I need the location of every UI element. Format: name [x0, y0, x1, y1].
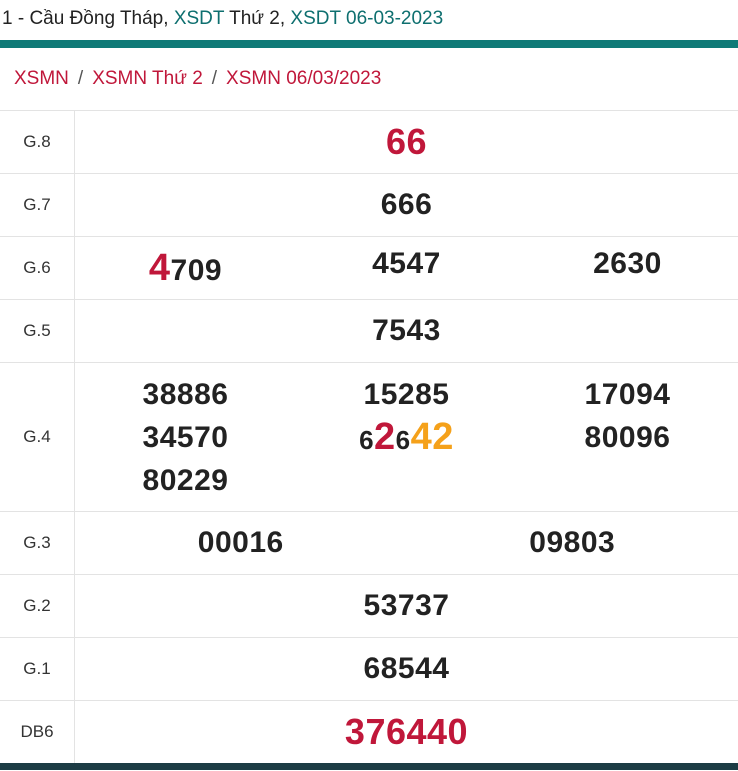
- prize-g4-value: 34570: [142, 420, 229, 454]
- row-db: DB6 376440: [0, 700, 738, 763]
- prize-label: G.1: [0, 637, 75, 701]
- prize-g6-value-1: 709: [170, 253, 223, 287]
- xsdt-link[interactable]: XSDT: [174, 8, 224, 29]
- prize-label: G.6: [0, 236, 75, 300]
- prize-label: G.7: [0, 173, 75, 237]
- prize-g4-value-highlighted: 62642: [359, 415, 454, 458]
- prize-g6-value-3: 2630: [593, 246, 662, 280]
- xsdt-date-link[interactable]: XSDT 06-03-2023: [290, 8, 443, 29]
- prize-g6-value-2: 4547: [372, 246, 441, 280]
- prize-label: G.8: [0, 110, 75, 174]
- row-g7: G.7 666: [0, 173, 738, 237]
- prize-g4-value: 15285: [363, 377, 450, 411]
- prize-g4-value: 17094: [584, 377, 671, 411]
- prize-label: G.4: [0, 362, 75, 512]
- footer-bar: [0, 763, 738, 770]
- prize-g4-value: 80096: [584, 420, 671, 454]
- title-middle: Thứ 2,: [224, 8, 291, 29]
- breadcrumb-xsmn-thu2[interactable]: XSMN Thứ 2: [92, 68, 203, 89]
- prize-g2-value: 53737: [363, 589, 450, 622]
- breadcrumb-separator: /: [77, 68, 84, 89]
- prize-g8-value: 66: [385, 121, 428, 162]
- prize-label: G.5: [0, 299, 75, 363]
- prize-g1-value: 68544: [363, 652, 450, 685]
- row-g5: G.5 7543: [0, 299, 738, 363]
- prize-g7-value: 666: [380, 188, 433, 221]
- prize-g4-value: 38886: [142, 377, 229, 411]
- title-prefix: 1 - Cầu Đồng Tháp,: [2, 8, 174, 29]
- row-g1: G.1 68544: [0, 637, 738, 701]
- row-g4: G.4 38886 34570 80229 15285 62642 17094 …: [0, 362, 738, 512]
- breadcrumb-separator: /: [211, 68, 218, 89]
- prize-g6-highlight: 4: [148, 246, 171, 289]
- prize-g3-value-2: 09803: [529, 526, 616, 559]
- page-title: 1 - Cầu Đồng Tháp, XSDT Thứ 2, XSDT 06-0…: [0, 0, 738, 40]
- prize-label: G.2: [0, 574, 75, 638]
- row-g8: G.8 66: [0, 110, 738, 174]
- prize-g3-value-1: 00016: [197, 526, 284, 559]
- breadcrumb-xsmn[interactable]: XSMN: [14, 68, 69, 89]
- prize-label: DB6: [0, 700, 75, 763]
- results-table: G.8 66 G.7 666 G.6 4709 4547 2630 G.5 75…: [0, 110, 738, 763]
- breadcrumb-xsmn-date[interactable]: XSMN 06/03/2023: [226, 68, 381, 89]
- breadcrumb: XSMN / XSMN Thứ 2 / XSMN 06/03/2023: [0, 48, 738, 110]
- row-g3: G.3 00016 09803: [0, 511, 738, 575]
- row-g2: G.2 53737: [0, 574, 738, 638]
- prize-g4-value: 80229: [142, 463, 229, 497]
- row-g6: G.6 4709 4547 2630: [0, 236, 738, 300]
- prize-db-value: 376440: [344, 711, 469, 752]
- title-divider: [0, 40, 738, 48]
- prize-g5-value: 7543: [372, 314, 441, 347]
- prize-label: G.3: [0, 511, 75, 575]
